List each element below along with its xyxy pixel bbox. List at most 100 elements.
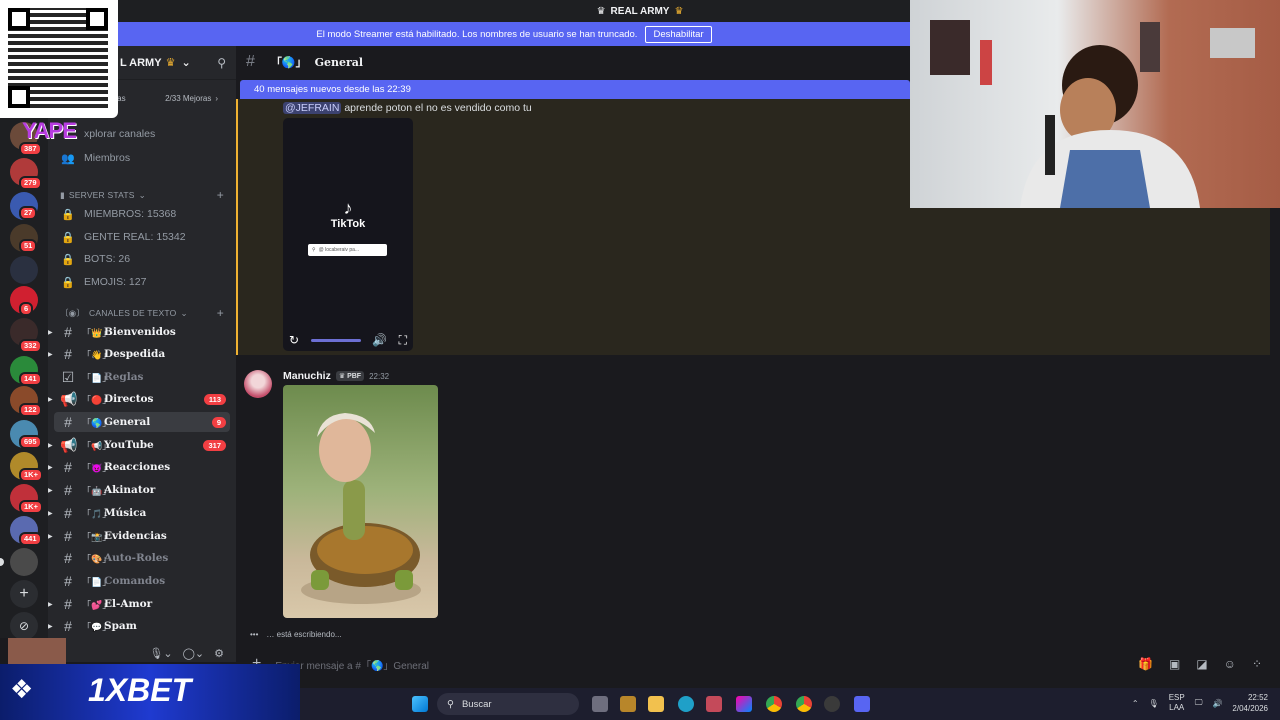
rules-icon: ☑ — [61, 368, 75, 385]
hash-icon: # — [64, 618, 72, 634]
channel-emoji: 「🔴」 — [82, 394, 112, 405]
unread-badge: 9 — [211, 416, 226, 428]
boost-label: 2/33 Mejoras — [165, 93, 212, 103]
image-attachment[interactable] — [283, 385, 438, 618]
channel-comandos[interactable]: # 「📄」 Comandos — [54, 571, 230, 591]
channel-youtube[interactable]: ▶ 📢 「📢」 YouTube 317 — [48, 435, 230, 455]
edge-icon[interactable] — [678, 696, 694, 712]
qr-corner — [8, 8, 30, 30]
chrome-icon[interactable] — [796, 696, 812, 712]
channel-despedida[interactable]: ▶ # 「👋」 Despedida — [48, 344, 230, 364]
megaphone-icon: 📢 — [60, 436, 78, 453]
progress-bar[interactable] — [310, 338, 361, 342]
obs-icon[interactable] — [824, 696, 840, 712]
avatar[interactable] — [244, 370, 272, 398]
typing-indicator: ••• … está escribiendo... — [250, 630, 342, 639]
invite-icon[interactable]: ⚲ — [217, 56, 226, 70]
video-embed[interactable]: ♪ TikTok ⚲ @ locaberaiv pa... ↻ 🔊 ⛶ — [283, 118, 413, 351]
lock-icon: 🔒 — [61, 276, 75, 289]
windows-taskbar: ⚲ Buscar ⌃ 🎙 ESP LAA 🖵 🔊 22:52 2/04/2026 — [300, 688, 1280, 720]
channel-evidencias[interactable]: ▶ # 「📸」 Evidencias — [48, 526, 230, 546]
emoji-icon[interactable]: ☺ — [1224, 657, 1236, 671]
server-badge: 141 — [19, 372, 42, 386]
channel-emoji: 「🤖」 — [82, 485, 112, 496]
chevron-up-icon[interactable]: ⌃ — [1132, 699, 1139, 708]
new-messages-banner[interactable]: 40 mensajes nuevos desde las 22:39 — [240, 80, 910, 99]
disable-streamer-button[interactable]: Deshabilitar — [645, 25, 712, 43]
windows-start-icon[interactable] — [412, 696, 428, 712]
chevron-down-icon: ⌄ — [181, 57, 191, 69]
search-label: Buscar — [461, 698, 492, 710]
channel-el-amor[interactable]: ▶ # 「💕」 El-Amor — [48, 594, 230, 614]
file-explorer-icon[interactable] — [648, 696, 664, 712]
unread-pip — [0, 558, 4, 566]
lock-icon: 🔒 — [61, 253, 75, 266]
mic-icon[interactable]: 🎙 — [1149, 699, 1159, 708]
fullscreen-icon[interactable]: ⛶ — [399, 333, 407, 348]
headphones-icon[interactable]: ◯⌄ — [183, 647, 205, 660]
warcraft-icon[interactable] — [620, 696, 636, 712]
members-icon: 👥 — [61, 152, 75, 165]
gear-icon[interactable]: ⚙ — [214, 647, 224, 660]
members-row[interactable]: 👥 Miembros — [54, 148, 230, 168]
channel-akinator[interactable]: ▶ # 「🤖」 Akinator — [48, 480, 230, 500]
add-channel-icon[interactable]: + — [217, 188, 224, 202]
sticker-icon[interactable]: ◪ — [1196, 657, 1207, 671]
explore-channels[interactable]: xplorar canales — [84, 128, 155, 140]
hash-icon: # — [64, 505, 72, 521]
network-icon[interactable]: 🖵 — [1195, 698, 1203, 708]
channel-reglas[interactable]: ☑ 「📄」 Reglas — [54, 367, 230, 387]
gif-icon[interactable]: ▣ — [1169, 657, 1180, 671]
arrow-icon: ▶ — [48, 441, 53, 449]
taskbar-search[interactable]: ⚲ Buscar — [437, 693, 579, 715]
stat-row[interactable]: 🔒 MIEMBROS: 15368 — [54, 204, 230, 224]
stat-row[interactable]: 🔒 EMOJIS: 127 — [54, 272, 230, 292]
lang-secondary: LAA — [1169, 703, 1185, 712]
replay-icon[interactable]: ↻ — [289, 333, 299, 347]
channel-emoji: 「📄」 — [82, 576, 112, 587]
category-server-stats[interactable]: ▮ SERVER STATS ⌄ + — [60, 188, 224, 202]
channel-reacciones[interactable]: ▶ # 「😈」 Reacciones — [48, 457, 230, 477]
server-icon[interactable] — [10, 548, 38, 576]
language-indicator[interactable]: ESP LAA — [1169, 693, 1185, 713]
mic-icon[interactable]: 🎙⌄ — [149, 647, 172, 660]
discover-icon[interactable]: ⊘ — [10, 612, 38, 640]
hash-icon: # — [64, 346, 72, 362]
message-composer[interactable]: + Enviar mensaje a #「🌎」General 🎁 ▣ ◪ ☺ ⁘ — [236, 650, 1280, 678]
secondary-cam — [8, 638, 66, 666]
chrome-icon[interactable] — [766, 696, 782, 712]
channel-spam[interactable]: ▶ # 「💬」 Spam — [48, 616, 230, 636]
discord-icon[interactable] — [854, 696, 870, 712]
streamer-camera — [930, 20, 1255, 208]
channel-musica[interactable]: ▶ # 「🎵」 Música — [48, 503, 230, 523]
user-mention[interactable]: @JEFRAIN — [283, 102, 342, 114]
clock[interactable]: 22:52 2/04/2026 — [1232, 692, 1268, 714]
message-content: @JEFRAIN aprende poton el no es vendido … — [283, 102, 532, 114]
category-text-channels[interactable]: 〔◉〕 CANALES DE TEXTO ⌄ + — [60, 306, 224, 320]
server-list: 387 279 27 51 6 332 141 122 695 1K+ 1K+ … — [0, 118, 48, 640]
server-icon[interactable] — [10, 256, 38, 284]
app-icon[interactable] — [706, 696, 722, 712]
unread-badge: 113 — [203, 393, 226, 405]
volume-icon[interactable]: 🔊 — [372, 333, 387, 347]
author-name[interactable]: Manuchiz — [283, 370, 331, 382]
hash-icon: # — [64, 459, 72, 475]
channel-label: Comandos — [104, 575, 166, 587]
channel-directos[interactable]: ▶ 📢 「🔴」 Directos 113 — [48, 389, 230, 409]
stat-row[interactable]: 🔒 BOTS: 26 — [54, 249, 230, 269]
channel-general[interactable]: # 「🌎」 General 9 — [54, 412, 230, 432]
hash-icon: # — [64, 414, 72, 430]
copilot-icon[interactable] — [736, 696, 752, 712]
gift-icon[interactable]: 🎁 — [1138, 657, 1153, 671]
channel-bienvenidos[interactable]: ▶ # 「👑」 Bienvenidos — [48, 322, 230, 342]
apps-icon[interactable]: ⁘ — [1252, 657, 1262, 671]
channel-label: Música — [104, 507, 147, 519]
task-view-icon[interactable] — [592, 696, 608, 712]
typing-dots-icon: ••• — [250, 630, 259, 639]
channel-auto-roles[interactable]: # 「🎨」 Auto-Roles — [54, 548, 230, 568]
stat-row[interactable]: 🔒 GENTE REAL: 15342 — [54, 227, 230, 247]
add-server-icon[interactable]: + — [10, 580, 38, 608]
add-channel-icon[interactable]: + — [217, 306, 224, 320]
volume-icon[interactable]: 🔊 — [1212, 699, 1222, 708]
server-badge: 332 — [19, 339, 42, 353]
